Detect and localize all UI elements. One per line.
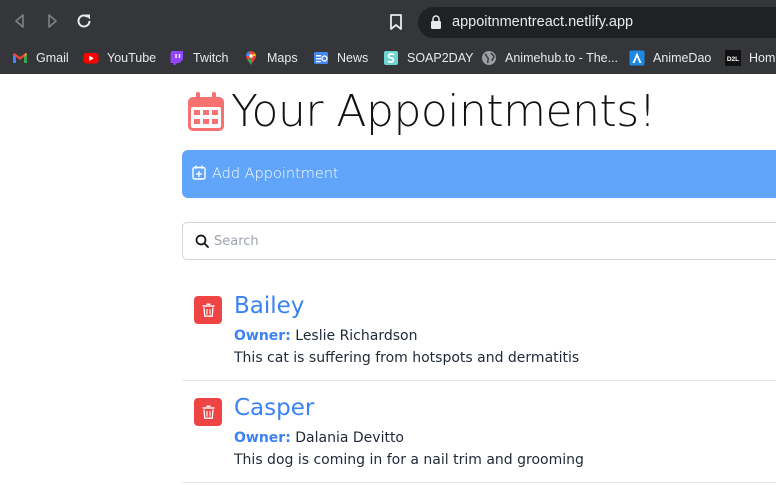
search-input[interactable] [214,223,774,259]
bookmark-news[interactable]: News [313,42,368,74]
bookmark-icon[interactable] [386,12,406,32]
owner-line: Owner: Dalania Devitto [234,430,404,446]
bookmarks-bar: Gmail YouTube Twitch Maps News SOAP2DAY … [0,42,776,74]
trash-icon [202,405,214,419]
pet-name: Bailey [234,293,305,319]
page-header: Your Appointments! [187,90,656,134]
page-title: Your Appointments! [231,86,656,137]
browser-toolbar: appoitnmentreact.netlify.app [0,0,776,42]
svg-text:D2L: D2L [727,56,739,63]
soap2day-icon [384,51,398,65]
owner-line: Owner: Leslie Richardson [234,328,417,344]
youtube-icon [83,53,99,64]
forward-arrow-icon[interactable] [42,11,62,31]
add-appointment-button[interactable]: Add Appointment [182,150,776,198]
maps-icon [246,51,256,65]
add-appointment-label: Add Appointment [212,166,339,182]
twitch-icon [170,51,183,65]
bookmark-animedao[interactable]: AnimeDao [629,42,711,74]
d2l-icon: D2L [725,50,741,66]
owner-name: Dalania Devitto [295,430,404,446]
back-arrow-icon[interactable] [10,11,30,31]
url-text: appoitnmentreact.netlify.app [452,14,634,30]
bookmark-twitch[interactable]: Twitch [169,42,228,74]
calendar-plus-icon [192,165,206,180]
calendar-icon [188,92,224,131]
app-page: Your Appointments! Add Appointment Searc… [0,74,776,485]
gmail-icon [13,53,27,63]
bookmark-youtube[interactable]: YouTube [83,42,156,74]
delete-appointment-button[interactable] [194,398,222,426]
appointment-item: Casper Owner: Dalania Devitto This dog i… [182,381,776,483]
bookmark-soap2day[interactable]: SOAP2DAY [383,42,473,74]
search-bar [182,222,776,260]
pet-name: Casper [234,395,315,421]
bookmark-animehub[interactable]: Animehub.to - The... [481,42,618,74]
news-icon [314,52,328,64]
lock-icon [431,15,441,29]
owner-name: Leslie Richardson [295,328,418,344]
appointment-notes: This dog is coming in for a nail trim an… [234,452,584,468]
search-icon [195,234,209,248]
trash-icon [202,303,214,317]
address-bar[interactable]: appoitnmentreact.netlify.app [418,7,776,38]
globe-icon [482,51,496,65]
bookmark-home[interactable]: D2L Hom [725,42,775,74]
owner-label: Owner: [234,430,291,446]
bookmark-gmail[interactable]: Gmail [12,42,69,74]
appointment-notes: This cat is suffering from hotspots and … [234,350,580,366]
delete-appointment-button[interactable] [194,296,222,324]
bookmark-maps[interactable]: Maps [243,42,298,74]
animedao-icon [629,50,645,66]
reload-icon[interactable] [74,11,94,31]
appointment-item: Bailey Owner: Leslie Richardson This cat… [182,279,776,381]
owner-label: Owner: [234,328,291,344]
